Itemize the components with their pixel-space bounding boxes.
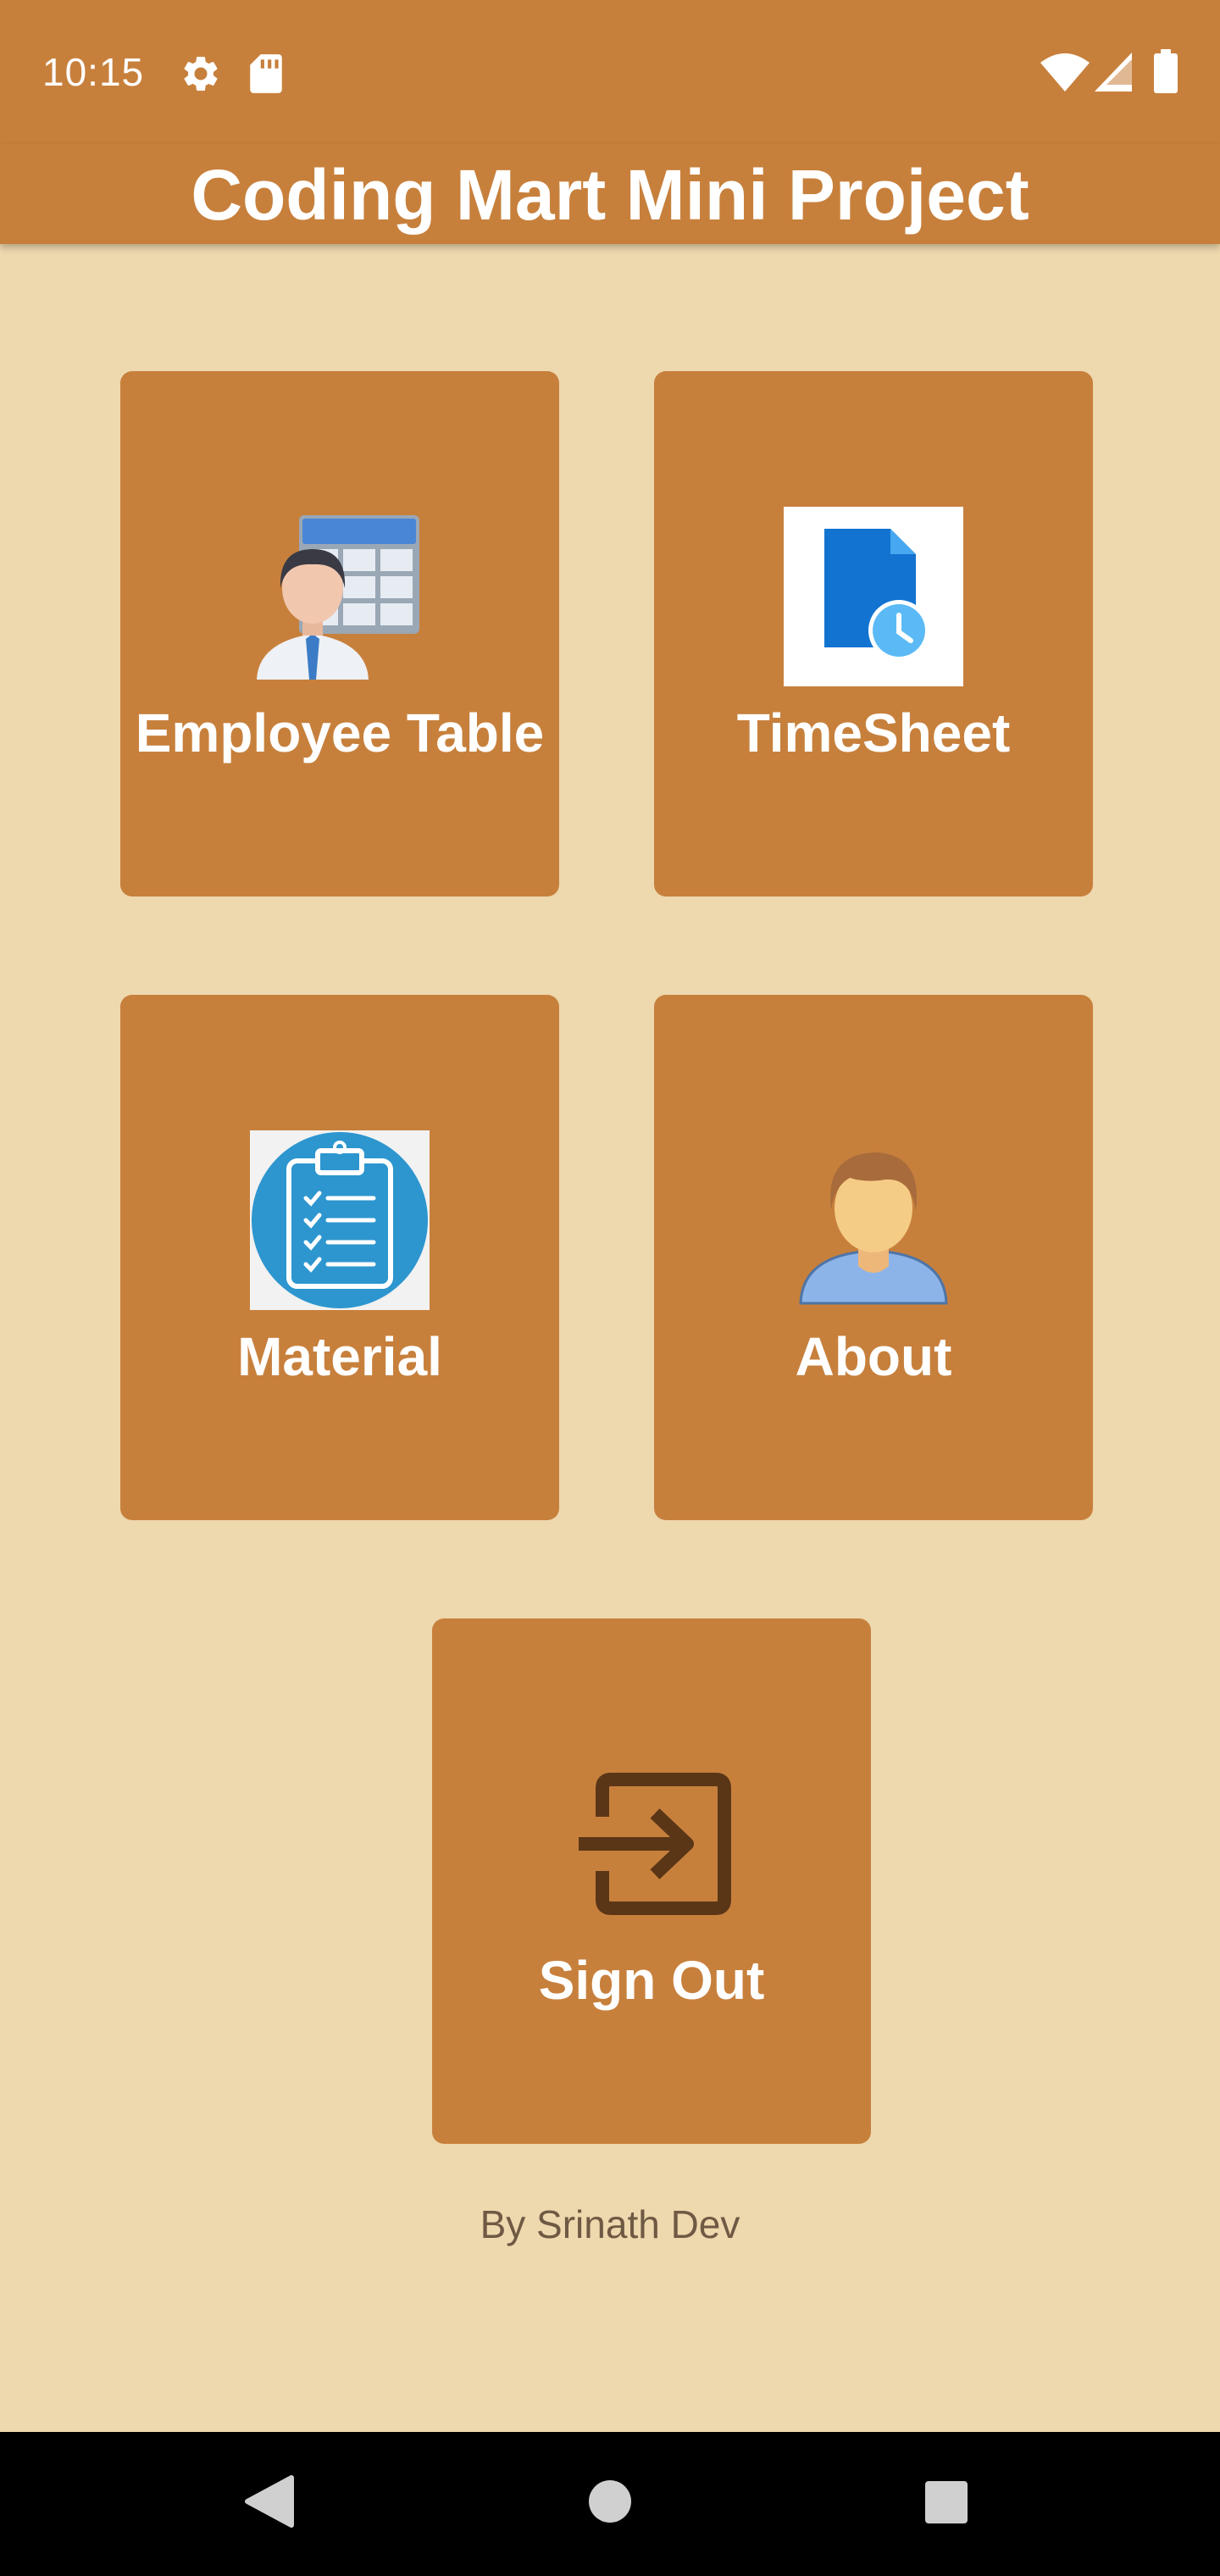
sign-out-button[interactable]: Sign Out [432, 1618, 871, 2144]
sign-out-label: Sign Out [538, 1950, 765, 2011]
employee-table-button[interactable]: Employee Table [120, 371, 559, 897]
gear-icon [180, 53, 222, 95]
footer-credit: By Srinath Dev [480, 2202, 740, 2246]
about-button[interactable]: About [654, 995, 1093, 1520]
battery-icon [1154, 49, 1178, 93]
about-label: About [795, 1326, 952, 1387]
status-time: 10:15 [42, 50, 145, 94]
home-icon[interactable] [588, 2479, 632, 2523]
person-avatar-icon [784, 1130, 963, 1310]
timesheet-icon [784, 507, 963, 686]
material-button[interactable]: Material [120, 995, 559, 1520]
app-title: Coding Mart Mini Project [191, 155, 1029, 235]
recents-icon[interactable] [924, 2480, 968, 2524]
employee-table-icon [250, 507, 430, 686]
wifi-icon [1040, 53, 1090, 92]
sign-out-icon [562, 1754, 741, 1934]
status-bar: 10:15 [0, 0, 1220, 144]
clipboard-checklist-icon [250, 1130, 430, 1310]
back-icon[interactable] [244, 2474, 295, 2529]
sd-card-icon [247, 53, 285, 95]
cell-signal-icon [1095, 53, 1132, 92]
material-label: Material [237, 1326, 442, 1387]
timesheet-button[interactable]: TimeSheet [654, 371, 1093, 897]
app-bar: Coding Mart Mini Project [0, 144, 1220, 244]
timesheet-label: TimeSheet [736, 702, 1011, 763]
employee-table-label: Employee Table [135, 702, 545, 763]
navigation-bar [0, 2432, 1220, 2576]
